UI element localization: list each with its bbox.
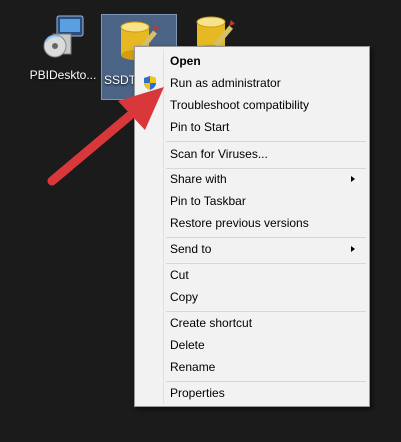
menu-item-label: Pin to Start <box>170 120 230 134</box>
menu-item-label: Rename <box>170 360 216 374</box>
menu-item-send-to[interactable]: Send to <box>137 238 367 260</box>
menu-item-run-as-administrator[interactable]: Run as administrator <box>137 72 367 94</box>
menu-item-label: Pin to Taskbar <box>170 194 246 208</box>
menu-item-create-shortcut[interactable]: Create shortcut <box>137 312 367 334</box>
submenu-arrow-icon <box>351 176 355 182</box>
menu-item-label: Restore previous versions <box>170 216 309 230</box>
menu-item-label: Copy <box>170 290 199 304</box>
menu-item-rename[interactable]: Rename <box>137 356 367 378</box>
menu-item-label: Send to <box>170 242 212 256</box>
menu-item-scan-for-viruses[interactable]: Scan for Viruses... <box>137 143 367 165</box>
menu-item-cut[interactable]: Cut <box>137 264 367 286</box>
desktop-icon-pbidesktop[interactable]: PBIDeskto... <box>28 12 98 82</box>
menu-item-share-with[interactable]: Share with <box>137 168 367 190</box>
context-menu: Open Run as administrator Troubleshoot c… <box>134 46 370 407</box>
menu-item-label: Properties <box>170 386 225 400</box>
menu-item-label: Scan for Viruses... <box>170 147 268 161</box>
menu-item-label: Open <box>170 54 201 68</box>
menu-item-restore-previous-versions[interactable]: Restore previous versions <box>137 212 367 234</box>
submenu-arrow-icon <box>351 246 355 252</box>
menu-item-troubleshoot-compatibility[interactable]: Troubleshoot compatibility <box>137 94 367 116</box>
menu-item-label: Create shortcut <box>170 316 253 330</box>
menu-item-label: Share with <box>170 172 227 186</box>
menu-item-pin-to-taskbar[interactable]: Pin to Taskbar <box>137 190 367 212</box>
menu-item-copy[interactable]: Copy <box>137 286 367 308</box>
menu-item-label: Cut <box>170 268 189 282</box>
menu-separator <box>166 141 366 142</box>
menu-item-label: Troubleshoot compatibility <box>170 98 309 112</box>
menu-item-delete[interactable]: Delete <box>137 334 367 356</box>
menu-item-properties[interactable]: Properties <box>137 382 367 404</box>
uac-shield-icon <box>144 76 156 90</box>
desktop-icon-label: PBIDeskto... <box>29 68 97 82</box>
menu-item-label: Run as administrator <box>170 76 281 90</box>
menu-item-open[interactable]: Open <box>137 50 367 72</box>
installer-disc-icon <box>43 15 84 58</box>
menu-item-label: Delete <box>170 338 205 352</box>
menu-item-pin-to-start[interactable]: Pin to Start <box>137 116 367 138</box>
